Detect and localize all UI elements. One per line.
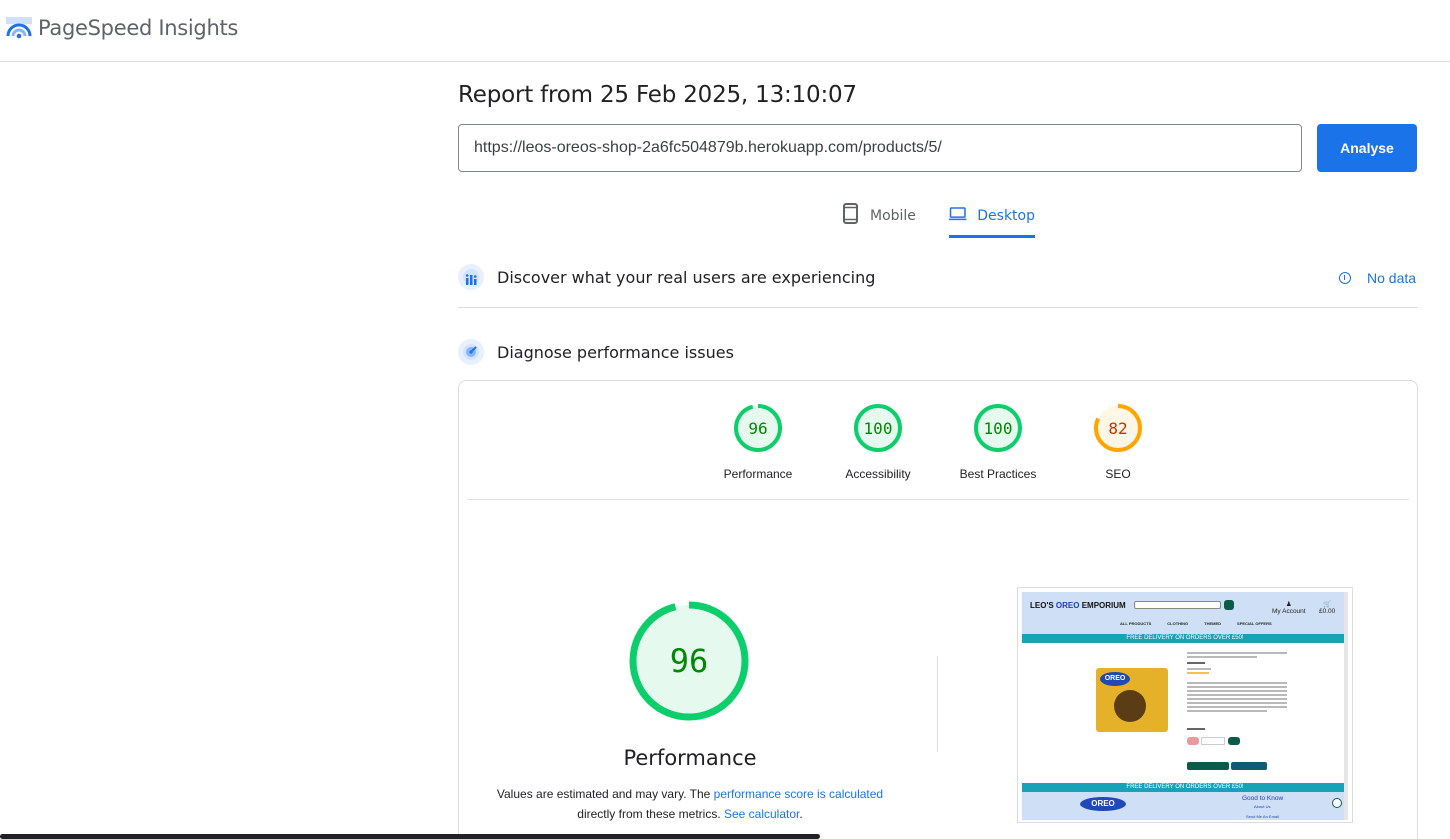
best-practices-gauge-ring: 100 <box>974 404 1022 452</box>
screenshot-banner-bottom: FREE DELIVERY ON ORDERS OVER £50! <box>1022 783 1348 792</box>
real-users-heading: Discover what your real users are experi… <box>497 267 876 287</box>
tab-desktop-label: Desktop <box>977 208 1035 224</box>
screenshot-product-image: OREO <box>1096 668 1168 732</box>
page-screenshot-thumbnail[interactable]: LEO'S OREO EMPORIUM ♟ My Account 🛒 £0.00 A… <box>1017 587 1353 823</box>
screenshot-account: ♟ My Account <box>1272 601 1306 615</box>
screenshot-footer: OREO Good to Know About Us Send Me An Em… <box>1022 792 1348 820</box>
gauge-performance[interactable]: 96 Performance <box>708 403 808 481</box>
desc-suffix: . <box>799 807 803 821</box>
real-users-section[interactable]: Discover what your real users are experi… <box>458 264 1418 290</box>
users-chart-icon <box>458 264 484 290</box>
analyse-button[interactable]: Analyse <box>1317 124 1417 172</box>
desc-prefix: Values are estimated and may vary. The <box>496 787 714 801</box>
screenshot-qty-minus <box>1187 737 1199 745</box>
laptop-icon <box>949 207 967 221</box>
url-input[interactable] <box>459 125 1301 171</box>
screenshot-scrollbar <box>1344 592 1348 820</box>
section-divider <box>458 307 1418 308</box>
desc-middle: directly from these metrics. <box>577 807 724 821</box>
app-header: PageSpeed Insights <box>0 0 1450 62</box>
screenshot-qty-plus <box>1228 737 1240 745</box>
card-divider <box>467 499 1409 500</box>
screenshot-search <box>1134 601 1221 609</box>
score-calculated-link[interactable]: performance score is calculated <box>714 787 883 801</box>
pagespeed-logo-icon <box>6 17 32 39</box>
accessibility-gauge-ring: 100 <box>854 404 902 452</box>
seo-score-text: 82 <box>1108 419 1127 438</box>
phone-icon <box>843 203 858 224</box>
diagnose-heading: Diagnose performance issues <box>497 342 734 362</box>
performance-gauge-label: Performance <box>723 467 793 481</box>
diagnose-section: Diagnose performance issues <box>458 339 1418 365</box>
info-icon <box>1339 272 1351 284</box>
best-practices-gauge-label: Best Practices <box>959 467 1037 481</box>
screenshot-search-button <box>1224 600 1234 610</box>
diagnose-icon <box>458 339 484 365</box>
screenshot-add-to-order <box>1231 762 1267 770</box>
gauge-accessibility[interactable]: 100 Accessibility <box>828 403 928 481</box>
report-title: Report from 25 Feb 2025, 13:10:07 <box>458 82 857 108</box>
accessibility-gauge-label: Accessibility <box>845 467 911 481</box>
screenshot-banner-top: FREE DELIVERY ON ORDERS OVER £50! <box>1022 634 1348 643</box>
screenshot-cart: 🛒 £0.00 <box>1319 601 1336 615</box>
url-field[interactable] <box>458 124 1302 172</box>
no-data-link[interactable]: No data <box>1339 270 1416 286</box>
tab-mobile-label: Mobile <box>870 208 916 224</box>
performance-large-gauge: 96 <box>629 601 749 721</box>
performance-large-score: 96 <box>670 642 709 680</box>
screenshot-nav: ALL PRODUCTS CLOTHING THEMED SPECIAL OFF… <box>1120 621 1272 626</box>
tab-desktop[interactable]: Desktop <box>949 198 1035 238</box>
best-practices-score-text: 100 <box>984 419 1013 438</box>
screenshot-page: LEO'S OREO EMPORIUM ♟ My Account 🛒 £0.00 A… <box>1022 592 1348 820</box>
screenshot-header: LEO'S OREO EMPORIUM ♟ My Account 🛒 £0.00 A… <box>1022 592 1348 634</box>
horizontal-scrollbar[interactable] <box>0 834 820 839</box>
gauge-best-practices[interactable]: 100 Best Practices <box>948 403 1048 481</box>
seo-gauge-ring: 82 <box>1094 404 1142 452</box>
screenshot-keep-shopping <box>1187 762 1229 770</box>
seo-gauge-label: SEO <box>1105 467 1131 481</box>
accessibility-score-text: 100 <box>864 419 893 438</box>
gauge-seo[interactable]: 82 SEO <box>1068 403 1168 481</box>
no-data-label: No data <box>1367 270 1417 286</box>
app-title[interactable]: PageSpeed Insights <box>38 16 238 40</box>
screenshot-footer-logo: OREO <box>1080 797 1126 811</box>
screenshot-qty-input <box>1201 737 1225 745</box>
performance-score-text: 96 <box>748 419 767 438</box>
screenshot-brand: LEO'S OREO EMPORIUM <box>1030 601 1126 610</box>
performance-large-label: Performance <box>623 746 757 770</box>
performance-gauge-ring: 96 <box>734 404 782 452</box>
tab-mobile[interactable]: Mobile <box>842 198 916 238</box>
screenshot-scroll-up-icon <box>1332 798 1342 808</box>
vertical-separator <box>937 656 938 752</box>
see-calculator-link[interactable]: See calculator <box>724 807 799 821</box>
performance-description: Values are estimated and may vary. The p… <box>480 784 900 824</box>
